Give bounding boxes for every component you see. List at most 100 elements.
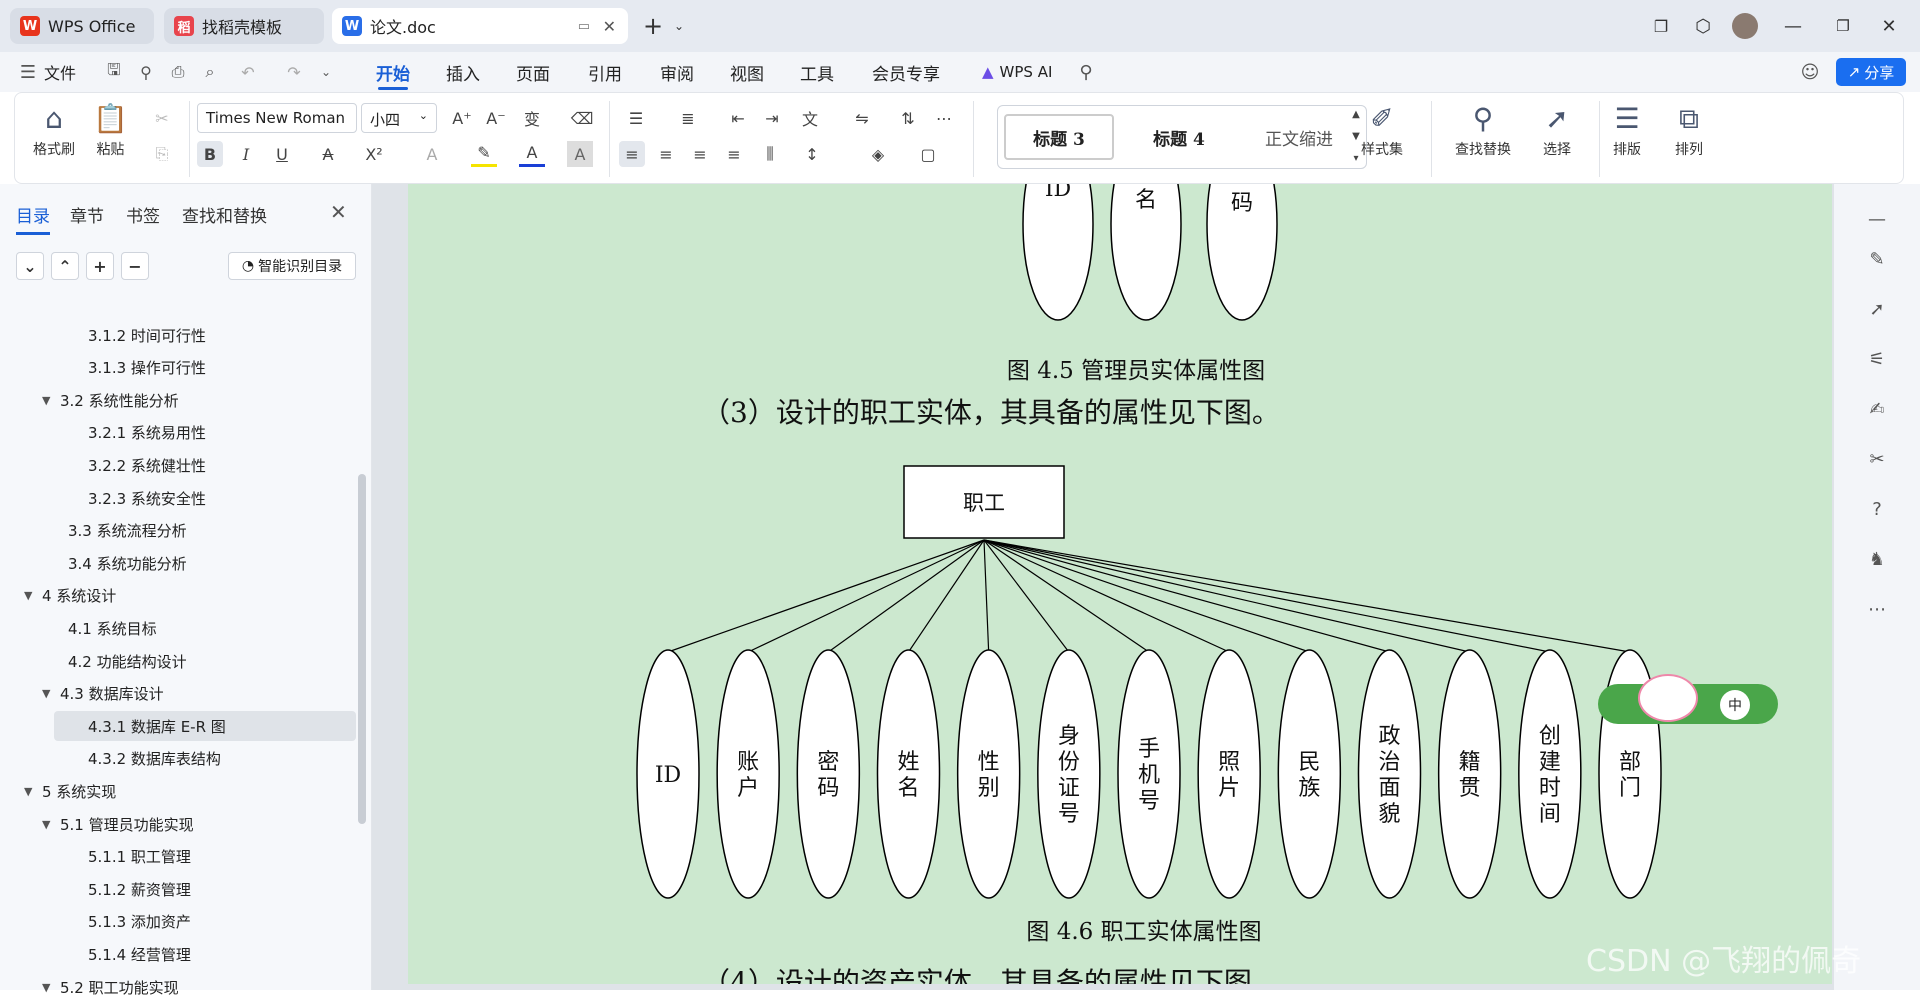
shrink-font-icon[interactable]: A⁻ (483, 105, 509, 131)
pen-icon[interactable]: ✎ (1862, 244, 1892, 274)
toc-item[interactable]: 5.1.4 经营管理 (88, 939, 191, 969)
toc-item[interactable]: 3.4 系统功能分析 (68, 548, 187, 578)
toc-item[interactable]: 3.3 系统流程分析 (68, 516, 187, 546)
italic-button[interactable]: I (233, 141, 259, 167)
more-chevron-icon[interactable]: ⌄ (314, 60, 338, 84)
toc-item[interactable]: 4.1 系统目标 (68, 613, 157, 643)
pointer-icon[interactable]: ➚ (1862, 294, 1892, 324)
cut-icon[interactable]: ✂ (149, 105, 175, 131)
sort-icon[interactable]: ⇅ (895, 105, 921, 131)
print-icon[interactable]: ⎙ (166, 60, 190, 84)
monitor-icon[interactable]: ▭ (578, 19, 590, 34)
sidebar-scrollbar[interactable] (358, 474, 366, 824)
justify-icon[interactable]: ≡ (721, 141, 747, 167)
grow-font-icon[interactable]: A⁺ (449, 105, 475, 131)
collapse-up-icon[interactable]: ⌃ (51, 252, 79, 280)
menu-insert[interactable]: 插入 (446, 58, 480, 86)
toc-item[interactable]: 5.1.2 薪资管理 (88, 874, 191, 904)
format-painter-button[interactable]: ⌂ 格式刷 (33, 99, 75, 159)
skin-icon[interactable]: ♞ (1862, 544, 1892, 574)
paste-button[interactable]: 📋 粘贴 (93, 99, 128, 159)
superscript-button[interactable]: X² (361, 141, 387, 167)
borders-icon[interactable]: ▢ (915, 141, 941, 167)
more-icon[interactable]: ⋯ (1862, 594, 1892, 624)
distribute-icon[interactable]: ⫼ (757, 141, 783, 167)
font-size-select[interactable]: 小四 ⌄ (361, 103, 437, 133)
format-painter-icon[interactable]: ⚲ (134, 60, 158, 84)
toc-item[interactable]: 4.3.1 数据库 E-R 图 (54, 711, 356, 742)
align-left-icon[interactable]: ≡ (619, 141, 645, 167)
toc-item[interactable]: 4.3.2 数据库表结构 (88, 744, 221, 774)
hamburger-icon[interactable]: ☰ (16, 60, 40, 84)
tab-docer[interactable]: 稻 找稻壳模板 (164, 8, 324, 44)
ime-indicator[interactable]: 中 (1720, 690, 1750, 720)
style-set-button[interactable]: ✐ 样式集 (1361, 99, 1403, 159)
chat-icon[interactable]: ☺ (1798, 60, 1822, 84)
remove-heading-icon[interactable]: − (121, 252, 149, 280)
redo-icon[interactable]: ↷ (282, 60, 306, 84)
close-pane-icon[interactable]: ✕ (330, 200, 347, 224)
menu-review[interactable]: 审阅 (660, 58, 694, 86)
font-color-icon[interactable]: A (519, 141, 545, 167)
tab-document[interactable]: W 论文.doc ▭ ✕ (332, 8, 628, 44)
menu-member[interactable]: 会员专享 (872, 58, 940, 86)
style-body-indent[interactable]: 正文缩进 (1244, 114, 1354, 160)
toc-item[interactable]: ▼ 4.3 数据库设计 (42, 679, 164, 709)
toc-item[interactable]: ▼ 5.1 管理员功能实现 (42, 809, 194, 839)
toc-item[interactable]: 3.1.2 时间可行性 (88, 320, 206, 350)
tab-wps-office[interactable]: W WPS Office (10, 8, 154, 44)
undo-icon[interactable]: ↶ (236, 60, 260, 84)
highlight-icon[interactable]: ✎ (471, 141, 497, 167)
search-icon[interactable]: ⚲ (1074, 60, 1098, 84)
menu-tools[interactable]: 工具 (800, 58, 834, 86)
toc-item[interactable]: 5.1.3 添加资产 (88, 907, 191, 937)
select-button[interactable]: ➚ 选择 (1543, 99, 1571, 159)
show-marks-icon[interactable]: ⋯ (931, 105, 957, 131)
chinese-layout-icon[interactable]: 文 (797, 105, 823, 131)
font-name-select[interactable]: Times New Roman (197, 103, 357, 133)
line-spacing-icon[interactable]: ↕ (799, 141, 825, 167)
phonetic-icon[interactable]: 变 (519, 105, 545, 131)
file-menu[interactable]: 文件 (44, 58, 76, 86)
toc-item[interactable]: 4.2 功能结构设计 (68, 646, 187, 676)
char-shading-icon[interactable]: A (567, 141, 593, 167)
numbered-list-icon[interactable]: ≣ (675, 105, 701, 131)
chevron-down-icon[interactable]: ⌄ (664, 12, 694, 40)
share-button[interactable]: ↗ 分享 (1836, 58, 1906, 86)
help-icon[interactable]: ? (1862, 494, 1892, 524)
tools-icon[interactable]: ✂ (1862, 444, 1892, 474)
toc-item[interactable]: 3.2.3 系统安全性 (88, 483, 206, 513)
toc-item[interactable]: 3.1.3 操作可行性 (88, 353, 206, 383)
tab-find-replace[interactable]: 查找和替换 (182, 202, 267, 227)
shading-icon[interactable]: ◈ (865, 141, 891, 167)
arrange-button[interactable]: ⧉ 排列 (1675, 99, 1703, 159)
save-icon[interactable]: 🖫 (102, 60, 126, 84)
copy-icon[interactable]: ⎘ (149, 141, 175, 167)
minimize-icon[interactable]: — (1778, 12, 1808, 40)
toc-item[interactable]: ▼ 5 系统实现 (24, 776, 116, 806)
bullet-list-icon[interactable]: ☰ (623, 105, 649, 131)
menu-view[interactable]: 视图 (730, 58, 764, 86)
print-preview-icon[interactable]: ⌕ (198, 60, 222, 84)
expand-down-icon[interactable]: ⌄ (16, 252, 44, 280)
align-right-icon[interactable]: ≡ (687, 141, 713, 167)
close-window-icon[interactable]: ✕ (1874, 12, 1904, 40)
decrease-indent-icon[interactable]: ⇤ (725, 105, 751, 131)
text-effect-icon[interactable]: A (419, 141, 445, 167)
toc-item[interactable]: 3.2.2 系统健壮性 (88, 450, 206, 480)
tab-chapters[interactable]: 章节 (70, 202, 104, 227)
expand-arrow-icon[interactable]: ▼ (42, 981, 60, 994)
smart-toc-button[interactable]: ◔ 智能识别目录 (228, 252, 356, 280)
expand-arrow-icon[interactable]: ▼ (42, 818, 60, 831)
toc-item[interactable]: 5.1.1 职工管理 (88, 842, 191, 872)
tab-toc[interactable]: 目录 (16, 202, 50, 235)
text-direction-icon[interactable]: ⇋ (849, 105, 875, 131)
layout-button[interactable]: ☰ 排版 (1613, 99, 1641, 159)
close-tab-icon[interactable]: ✕ (603, 17, 616, 36)
menu-start[interactable]: 开始 (376, 58, 410, 90)
restore-icon[interactable]: ❐ (1828, 12, 1858, 40)
toc-item[interactable]: ▼ 5.2 职工功能实现 (42, 972, 179, 1002)
expand-arrow-icon[interactable]: ▼ (24, 785, 42, 798)
menu-reference[interactable]: 引用 (588, 58, 622, 86)
toc-item[interactable]: ▼ 3.2 系统性能分析 (42, 385, 179, 415)
